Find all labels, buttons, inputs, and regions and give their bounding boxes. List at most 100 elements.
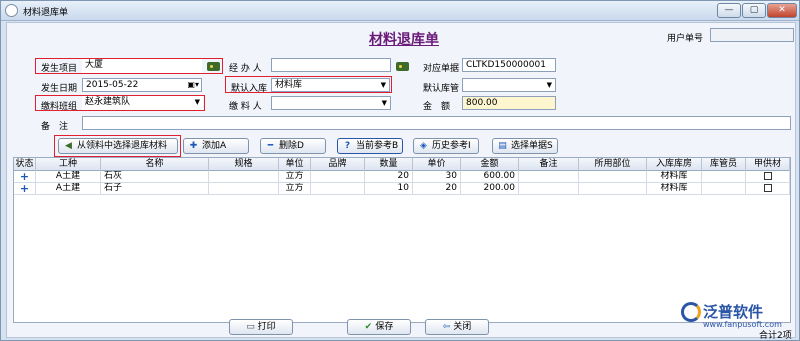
col-status[interactable]: 状态 <box>14 158 36 171</box>
team-select[interactable]: 赵永建筑队 <box>82 96 203 110</box>
col-remark[interactable]: 备注 <box>519 158 579 171</box>
user-no-label: 用户单号 <box>667 34 704 44</box>
window: 材料退库单 — ▢ ✕ 材料退库单 用户单号 发生项目 大厦 经 办 人 对应单… <box>0 0 800 341</box>
default-keeper-select[interactable] <box>462 78 556 92</box>
doc-field[interactable]: CLTKD150000001 <box>462 58 556 72</box>
select-doc-button[interactable]: ▤ 选择单据S <box>492 138 558 154</box>
print-button[interactable]: ▭ 打印 <box>229 319 293 335</box>
owner-supplied-checkbox[interactable] <box>763 171 772 180</box>
app-icon <box>5 4 18 17</box>
cell-unit[interactable]: 立方 <box>279 183 311 195</box>
project-lookup-icon[interactable] <box>207 62 220 71</box>
default-wh-label: 默认入库 <box>231 84 268 94</box>
cell-price[interactable]: 30 <box>413 171 461 183</box>
select-from-issue-label: 从领料中选择退库材料 <box>77 141 168 151</box>
cell-owner-supplied[interactable] <box>746 171 790 183</box>
delete-button[interactable]: ━ 删除D <box>260 138 326 154</box>
col-warehouse[interactable]: 入库库房 <box>647 158 702 171</box>
amount-label: 金 额 <box>423 102 451 112</box>
cell-amount[interactable]: 600.00 <box>461 171 519 183</box>
remark-field[interactable] <box>82 116 791 130</box>
cell-qty[interactable]: 20 <box>365 171 413 183</box>
cell-name[interactable]: 石子 <box>101 183 209 195</box>
user-no-field[interactable] <box>710 28 794 42</box>
col-name[interactable]: 名称 <box>101 158 209 171</box>
col-amount[interactable]: 金额 <box>461 158 519 171</box>
add-label: 添加A <box>202 141 227 151</box>
row-status-icon[interactable]: + <box>14 183 36 195</box>
minimize-button[interactable]: — <box>717 3 741 18</box>
cell-part[interactable] <box>579 171 647 183</box>
cell-price[interactable]: 20 <box>413 183 461 195</box>
close-label: 关闭 <box>453 322 472 332</box>
date-field[interactable]: 2015-05-22 ▣▾ <box>82 78 202 92</box>
table-row[interactable]: + A土建 石子 立方 10 20 200.00 材料库 <box>14 183 790 195</box>
col-trade[interactable]: 工种 <box>36 158 101 171</box>
save-label: 保存 <box>375 322 394 332</box>
date-value: 2015-05-22 <box>86 80 139 90</box>
col-spec[interactable]: 规格 <box>209 158 279 171</box>
question-icon: ? <box>344 141 351 151</box>
cell-brand[interactable] <box>311 171 365 183</box>
plus-icon: ✚ <box>189 141 198 151</box>
col-qty[interactable]: 数量 <box>365 158 413 171</box>
cell-remark[interactable] <box>519 183 579 195</box>
calendar-dropdown-icon[interactable]: ▣▾ <box>187 79 199 90</box>
minus-icon: ━ <box>267 141 274 151</box>
close-button[interactable]: ⇦ 关闭 <box>425 319 489 335</box>
material-grid: 状态 工种 名称 规格 单位 品牌 数量 单价 金额 备注 所用部位 入库库房 … <box>13 157 791 323</box>
cell-unit[interactable]: 立方 <box>279 171 311 183</box>
checkmark-icon: ✔ <box>364 322 376 332</box>
save-button[interactable]: ✔ 保存 <box>347 319 411 335</box>
col-brand[interactable]: 品牌 <box>311 158 365 171</box>
window-title: 材料退库单 <box>23 8 69 18</box>
cell-spec[interactable] <box>209 171 279 183</box>
cell-part[interactable] <box>579 183 647 195</box>
payer-select[interactable] <box>271 96 391 110</box>
owner-supplied-checkbox[interactable] <box>763 183 772 192</box>
history-ref-button[interactable]: ◈ 历史参考I <box>413 138 479 154</box>
select-from-issue-button[interactable]: ◀ 从领料中选择退库材料 <box>58 138 178 154</box>
cell-trade[interactable]: A土建 <box>36 183 101 195</box>
project-field[interactable]: 大厦 <box>82 59 202 73</box>
maximize-button[interactable]: ▢ <box>742 3 766 18</box>
col-part[interactable]: 所用部位 <box>579 158 647 171</box>
current-ref-button[interactable]: ? 当前参考B <box>337 138 403 154</box>
table-row[interactable]: + A土建 石灰 立方 20 30 600.00 材料库 <box>14 171 790 183</box>
col-keeper[interactable]: 库管员 <box>702 158 746 171</box>
handler-lookup-icon[interactable] <box>396 62 409 71</box>
current-ref-label: 当前参考B <box>356 141 399 151</box>
col-unit[interactable]: 单位 <box>279 158 311 171</box>
print-label: 打印 <box>257 322 276 332</box>
cell-warehouse[interactable]: 材料库 <box>647 183 702 195</box>
date-label: 发生日期 <box>41 84 78 94</box>
col-price[interactable]: 单价 <box>413 158 461 171</box>
watermark-text: 泛普软件 <box>703 303 764 321</box>
cell-warehouse[interactable]: 材料库 <box>647 171 702 183</box>
row-status-icon[interactable]: + <box>14 171 36 183</box>
handler-field[interactable] <box>271 58 391 72</box>
tag-icon: ◀ <box>65 141 72 151</box>
cell-trade[interactable]: A土建 <box>36 171 101 183</box>
cell-owner-supplied[interactable] <box>746 183 790 195</box>
payer-label: 缴 料 人 <box>229 102 262 112</box>
close-window-button[interactable]: ✕ <box>767 3 797 18</box>
cell-amount[interactable]: 200.00 <box>461 183 519 195</box>
amount-field: 800.00 <box>462 96 556 110</box>
col-owner-supplied[interactable]: 甲供材 <box>746 158 790 171</box>
brand-logo-icon <box>681 302 701 322</box>
default-keeper-label: 默认库管 <box>423 84 460 94</box>
exit-icon: ⇦ <box>442 322 454 332</box>
cell-qty[interactable]: 10 <box>365 183 413 195</box>
team-label: 缴料班组 <box>41 102 78 112</box>
add-button[interactable]: ✚ 添加A <box>183 138 249 154</box>
cell-keeper[interactable] <box>702 171 746 183</box>
cell-remark[interactable] <box>519 171 579 183</box>
cell-spec[interactable] <box>209 183 279 195</box>
cell-name[interactable]: 石灰 <box>101 171 209 183</box>
cell-brand[interactable] <box>311 183 365 195</box>
cell-keeper[interactable] <box>702 183 746 195</box>
project-label: 发生项目 <box>41 64 78 74</box>
default-wh-select[interactable]: 材料库 <box>271 78 390 92</box>
document-icon: ▤ <box>498 141 507 151</box>
